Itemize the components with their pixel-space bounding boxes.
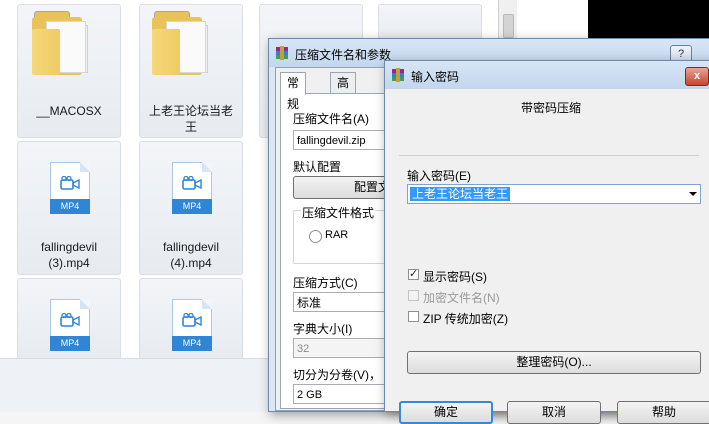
mp4-badge: MP4 xyxy=(172,336,212,351)
cancel-button[interactable]: 取消 xyxy=(507,401,601,424)
rar-radio[interactable] xyxy=(309,230,322,243)
close-button[interactable]: x xyxy=(685,67,709,86)
show-password-checkbox[interactable] xyxy=(408,267,419,280)
scrollbar-thumb[interactable] xyxy=(503,14,514,38)
winrar-icon xyxy=(276,46,288,60)
file-tile-partial[interactable] xyxy=(378,4,482,42)
archive-name-input[interactable]: fallingdevil.zip xyxy=(293,130,393,150)
encrypt-filenames-label: 加密文件名(N) xyxy=(423,291,500,305)
camera-icon xyxy=(182,313,202,327)
split-volumes-label: 切分为分卷(V)， xyxy=(293,368,381,382)
video-file-icon: MP4 xyxy=(172,299,212,351)
camera-icon xyxy=(60,176,80,190)
password-text: 上老王论坛当老王 xyxy=(410,187,511,201)
mp4-badge: MP4 xyxy=(172,199,212,214)
file-name-line1: 上老王论坛当老 xyxy=(148,104,233,118)
file-name-line1: fallingdevil xyxy=(162,240,220,254)
password-dialog-titlebar[interactable]: 输入密码 x xyxy=(385,61,709,89)
compression-method-select[interactable]: 标准 xyxy=(293,292,393,312)
password-input[interactable]: 上老王论坛当老王 xyxy=(407,184,701,204)
rar-radio-label: RAR xyxy=(325,229,349,241)
file-tile-mp4[interactable]: MP4 xyxy=(17,278,121,360)
file-name-line2: (4).mp4 xyxy=(170,256,212,270)
folder-icon xyxy=(32,11,92,77)
file-tile-mp4[interactable]: MP4 fallingdevil (3).mp4 xyxy=(17,141,121,275)
file-name-line2: 王 xyxy=(184,120,197,134)
profiles-button[interactable]: 配置文 xyxy=(293,176,393,199)
folder-icon xyxy=(152,11,212,77)
camera-icon xyxy=(60,313,80,327)
archive-dialog-title: 压缩文件名和参数 xyxy=(295,48,392,62)
zip-legacy-label: ZIP 传统加密(Z) xyxy=(423,312,509,326)
help-button[interactable]: 帮助 xyxy=(617,401,709,424)
split-volumes-input[interactable]: 2 GB xyxy=(293,384,393,404)
tab-advanced[interactable]: 高级 xyxy=(330,72,357,111)
video-file-icon: MP4 xyxy=(172,162,212,214)
video-file-icon: MP4 xyxy=(50,162,90,214)
file-name-line1: fallingdevil xyxy=(40,240,98,254)
winrar-icon xyxy=(392,68,404,82)
heading-divider xyxy=(399,155,699,156)
compression-method-label: 压缩方式(C) xyxy=(293,276,358,290)
file-name: __MACOSX xyxy=(36,104,102,118)
password-dialog-title: 输入密码 xyxy=(411,70,460,84)
mp4-badge: MP4 xyxy=(50,336,90,351)
camera-icon xyxy=(182,176,202,190)
password-label: 输入密码(E) xyxy=(407,169,471,183)
ok-button[interactable]: 确定 xyxy=(399,401,493,424)
background-area xyxy=(588,0,709,40)
default-profile-label: 默认配置 xyxy=(293,160,342,174)
password-dialog: 输入密码 x 带密码压缩 输入密码(E) 上老王论坛当老王 显示密码(S) 加密… xyxy=(384,60,709,424)
file-tile-macosx[interactable]: __MACOSX xyxy=(17,4,121,138)
dictionary-size-label: 字典大小(I) xyxy=(293,322,353,336)
show-password-label: 显示密码(S) xyxy=(423,270,487,284)
file-tile-mp4[interactable]: MP4 fallingdevil (4).mp4 xyxy=(139,141,243,275)
tab-general[interactable]: 常规 xyxy=(280,72,307,111)
archive-format-label: 压缩文件格式 xyxy=(301,204,376,221)
encrypt-filenames-checkbox[interactable] xyxy=(408,290,419,301)
organize-passwords-button[interactable]: 整理密码(O)... xyxy=(407,351,701,374)
explorer-status-area xyxy=(0,358,268,412)
file-tile-mp4[interactable]: MP4 xyxy=(139,278,243,360)
password-dialog-heading: 带密码压缩 xyxy=(521,101,582,115)
mp4-badge: MP4 xyxy=(50,199,90,214)
zip-legacy-checkbox[interactable] xyxy=(408,311,419,322)
archive-name-label: 压缩文件名(A) xyxy=(293,112,369,126)
file-tile-folder[interactable]: 上老王论坛当老 王 xyxy=(139,4,243,138)
video-file-icon: MP4 xyxy=(50,299,90,351)
dictionary-size-select[interactable]: 32 xyxy=(293,338,393,358)
chevron-down-icon[interactable] xyxy=(689,192,697,196)
file-name-line2: (3).mp4 xyxy=(48,256,90,270)
